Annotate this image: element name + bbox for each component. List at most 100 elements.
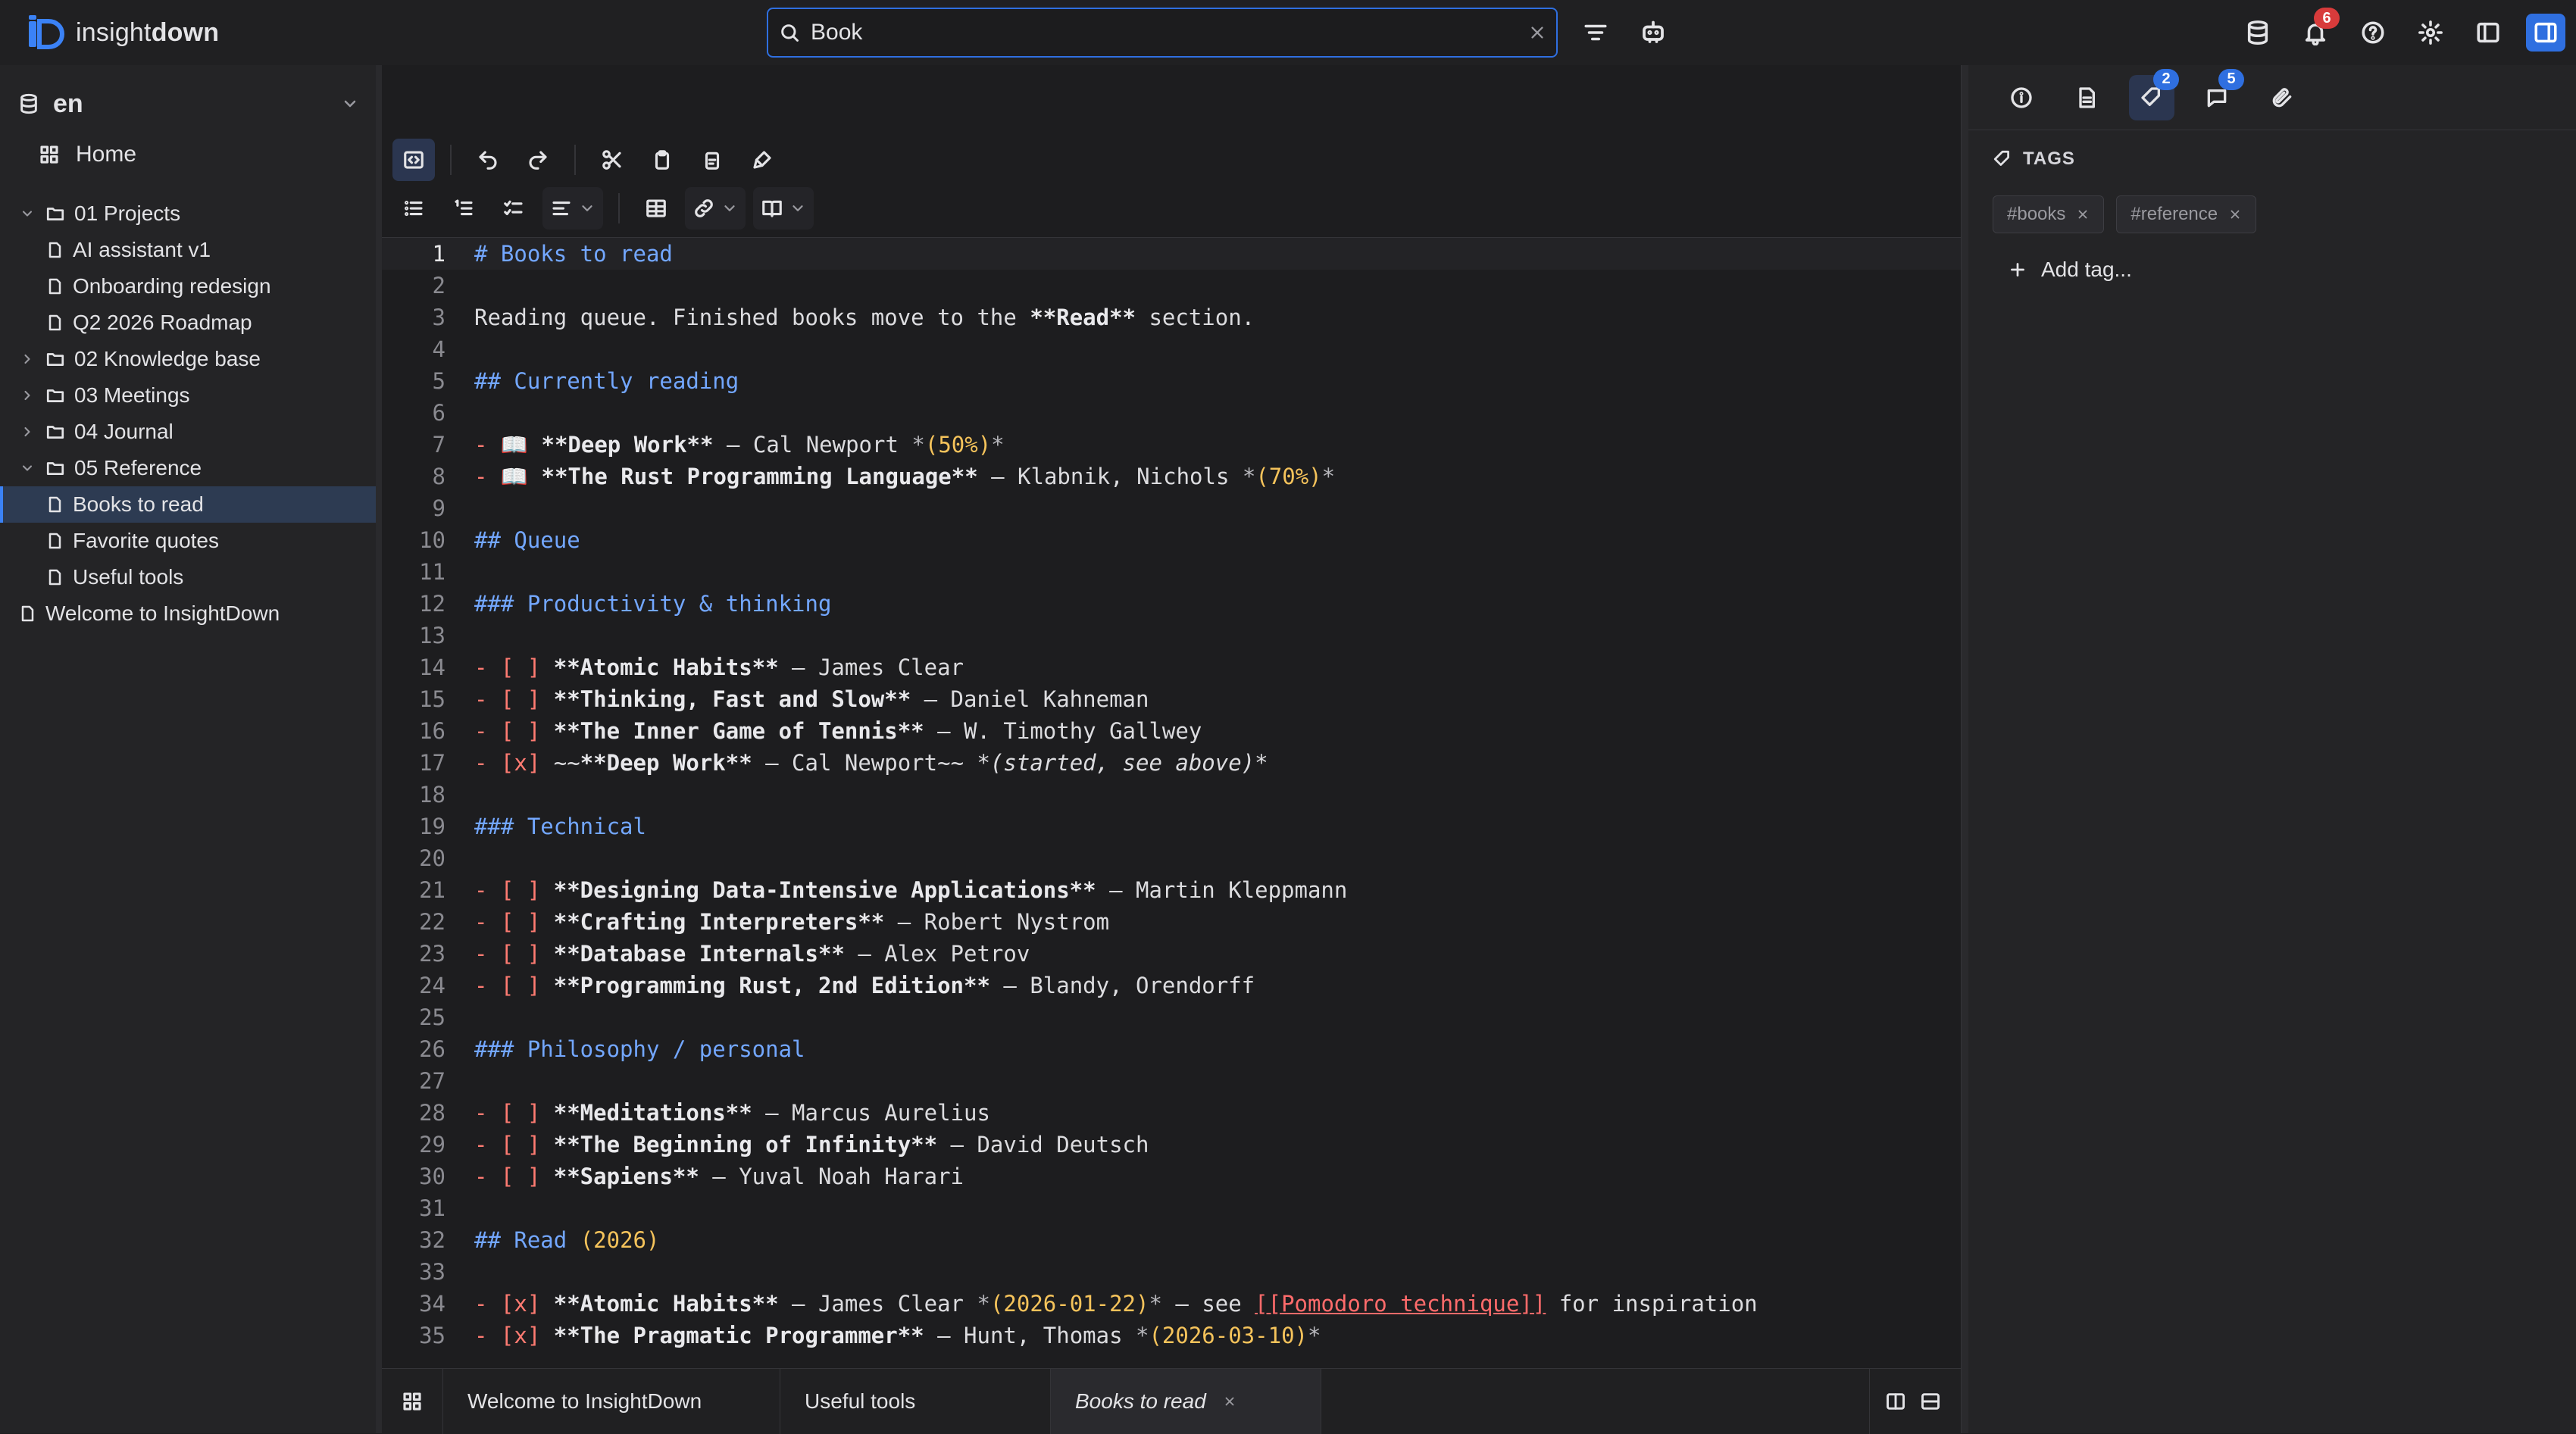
markdown-source-editor[interactable]: 1 # Books to read 2 3 Reading queue. Finishe… [382,238,1961,1368]
comments-tab[interactable]: 5 [2194,68,2244,120]
tag-chip[interactable]: #books [1993,195,2105,233]
editor-line[interactable]: 7 - 📖 **Deep Work** — Cal Newport *(50%)* [382,429,1961,461]
editor-line[interactable]: 18 [382,779,1961,811]
attachments-tab[interactable] [2259,75,2305,120]
editor-line[interactable]: 19 ### Technical [382,811,1961,842]
cut-button[interactable] [591,139,633,181]
sidebar-home[interactable]: Home [38,132,136,177]
text-token: **Deep Work** [580,750,752,776]
search-input[interactable] [809,19,1520,46]
document-tab[interactable]: Useful tools [780,1369,1051,1434]
editor-line[interactable]: 12 ### Productivity & thinking [382,588,1961,620]
bullet-list-button[interactable] [392,187,435,230]
editor-line[interactable]: 20 [382,842,1961,874]
filter-icon[interactable] [1576,14,1615,52]
settings-gear-icon[interactable] [2411,14,2450,52]
notifications-bell-icon[interactable]: 6 [2296,8,2340,52]
editor-line[interactable]: 31 [382,1192,1961,1224]
format-painter-button[interactable] [741,139,783,181]
link-dropdown[interactable] [685,187,746,230]
editor-line[interactable]: 34 - [x] **Atomic Habits** — James Clear … [382,1288,1961,1320]
paste-button[interactable] [691,139,733,181]
info-tab[interactable] [1999,75,2044,120]
tree-folder[interactable]: 01 Projects [0,195,376,232]
chevron-down-icon[interactable] [18,459,36,477]
tree-file[interactable]: Q2 2026 Roadmap [0,305,376,341]
tree-folder[interactable]: 02 Knowledge base [0,341,376,377]
document-tab[interactable]: Welcome to InsightDown [443,1369,780,1434]
split-horizontal-icon[interactable] [1920,1391,1941,1412]
chevron-right-icon[interactable] [18,423,36,441]
tree-file[interactable]: AI assistant v1 [0,232,376,268]
tree-file[interactable]: Onboarding redesign [0,268,376,305]
editor-line[interactable]: 16 - [ ] **The Inner Game of Tennis** — W… [382,715,1961,747]
workspace-selector[interactable]: en [18,79,359,129]
remove-tag-icon[interactable] [2228,208,2242,221]
editor-line[interactable]: 28 - [ ] **Meditations** — Marcus Aureliu… [382,1097,1961,1129]
editor-line[interactable]: 21 - [ ] **Designing Data-Intensive Appli… [382,874,1961,906]
tree-file[interactable]: Useful tools [0,559,376,595]
editor-line[interactable]: 8 - 📖 **The Rust Programming Language** —… [382,461,1961,492]
toggle-right-sidebar-icon[interactable] [2526,14,2565,52]
editor-line[interactable]: 30 - [ ] **Sapiens** — Yuval Noah Harari [382,1161,1961,1192]
undo-button[interactable] [467,139,509,181]
redo-button[interactable] [517,139,559,181]
add-tag-button[interactable]: Add tag... [2008,258,2132,282]
app-logo[interactable]: insightdown [26,14,219,52]
assistant-bot-icon[interactable] [1633,14,1673,52]
remove-tag-icon[interactable] [2076,208,2090,221]
task-list-button[interactable] [492,187,535,230]
editor-line[interactable]: 32 ## Read (2026) [382,1224,1961,1256]
chevron-right-icon[interactable] [18,350,36,368]
view-dropdown[interactable] [753,187,814,230]
editor-line[interactable]: 25 [382,1001,1961,1033]
tree-folder[interactable]: 04 Journal [0,414,376,450]
align-dropdown[interactable] [542,187,603,230]
document-tab[interactable] [2064,75,2109,120]
editor-line[interactable]: 4 [382,333,1961,365]
editor-line[interactable]: 13 [382,620,1961,651]
editor-line[interactable]: 5 ## Currently reading [382,365,1961,397]
editor-line[interactable]: 1 # Books to read [382,238,1961,270]
editor-line[interactable]: 33 [382,1256,1961,1288]
editor-line[interactable]: 3 Reading queue. Finished books move to t… [382,301,1961,333]
help-icon[interactable] [2353,14,2393,52]
editor-line[interactable]: 9 [382,492,1961,524]
chevron-down-icon[interactable] [18,205,36,223]
search-box[interactable] [767,8,1558,58]
editor-line[interactable]: 14 - [ ] **Atomic Habits** — James Clear [382,651,1961,683]
editor-line[interactable]: 15 - [ ] **Thinking, Fast and Slow** — Da… [382,683,1961,715]
editor-line[interactable]: 17 - [x] ~~**Deep Work** — Cal Newport~~ … [382,747,1961,779]
split-vertical-icon[interactable] [1885,1391,1906,1412]
database-icon[interactable] [2238,14,2277,52]
editor-line[interactable]: 6 [382,397,1961,429]
editor-line[interactable]: 26 ### Philosophy / personal [382,1033,1961,1065]
editor-line[interactable]: 29 - [ ] **The Beginning of Infinity** — … [382,1129,1961,1161]
tabs-overview-button[interactable] [382,1369,443,1434]
editor-line[interactable]: 2 [382,270,1961,301]
close-tab-icon[interactable] [1223,1395,1236,1408]
copy-button[interactable] [641,139,683,181]
editor-line[interactable]: 27 [382,1065,1961,1097]
numbered-list-button[interactable] [442,187,485,230]
chevron-right-icon[interactable] [18,386,36,405]
editor-line[interactable]: 35 - [x] **The Pragmatic Programmer** — H… [382,1320,1961,1351]
tree-folder[interactable]: 05 Reference [0,450,376,486]
tree-file[interactable]: Books to read [0,486,376,523]
document-tab[interactable]: Books to read [1051,1369,1321,1434]
tree-folder[interactable]: 03 Meetings [0,377,376,414]
tree-file[interactable]: Favorite quotes [0,523,376,559]
wiki-link[interactable]: [[Pomodoro technique]] [1255,1291,1546,1317]
editor-line[interactable]: 22 - [ ] **Crafting Interpreters** — Robe… [382,906,1961,938]
insert-table-button[interactable] [635,187,677,230]
toggle-left-sidebar-icon[interactable] [2468,14,2508,52]
clear-search-icon[interactable] [1529,24,1546,41]
editor-line[interactable]: 11 [382,556,1961,588]
source-mode-toggle[interactable] [392,139,435,181]
tags-tab[interactable]: 2 [2129,68,2179,120]
tree-file[interactable]: Welcome to InsightDown [0,595,376,632]
editor-line[interactable]: 24 - [ ] **Programming Rust, 2nd Edition*… [382,970,1961,1001]
editor-line[interactable]: 10 ## Queue [382,524,1961,556]
tag-chip[interactable]: #reference [2116,195,2257,233]
editor-line[interactable]: 23 - [ ] **Database Internals** — Alex Pe… [382,938,1961,970]
